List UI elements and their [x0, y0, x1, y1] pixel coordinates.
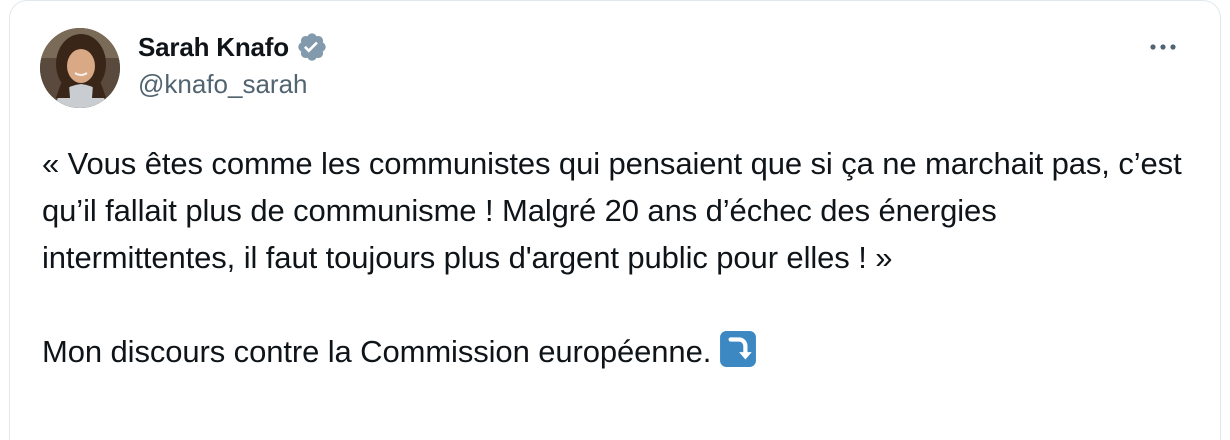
- profile-photo: [40, 28, 120, 108]
- tweet-text: « Vous êtes comme les communistes qui pe…: [42, 140, 1182, 375]
- arrow-curving-down-icon: [720, 331, 757, 367]
- author-name-row: Sarah Knafo: [138, 29, 328, 65]
- more-horizontal-icon[interactable]: [1148, 41, 1178, 53]
- author-avatar[interactable]: [40, 28, 120, 108]
- author-display-name[interactable]: Sarah Knafo: [138, 32, 289, 63]
- tweet-quote-paragraph: « Vous êtes comme les communistes qui pe…: [42, 146, 1182, 275]
- author-handle[interactable]: @knafo_sarah: [138, 69, 328, 100]
- tweet-card: Sarah Knafo @knafo_sarah « Vous êtes com…: [9, 0, 1221, 440]
- verified-badge-icon[interactable]: [296, 31, 328, 63]
- author-info: Sarah Knafo @knafo_sarah: [138, 29, 328, 100]
- tweet-follow-paragraph: Mon discours contre la Commission europé…: [42, 328, 1182, 375]
- tweet-follow-text: Mon discours contre la Commission europé…: [42, 334, 712, 369]
